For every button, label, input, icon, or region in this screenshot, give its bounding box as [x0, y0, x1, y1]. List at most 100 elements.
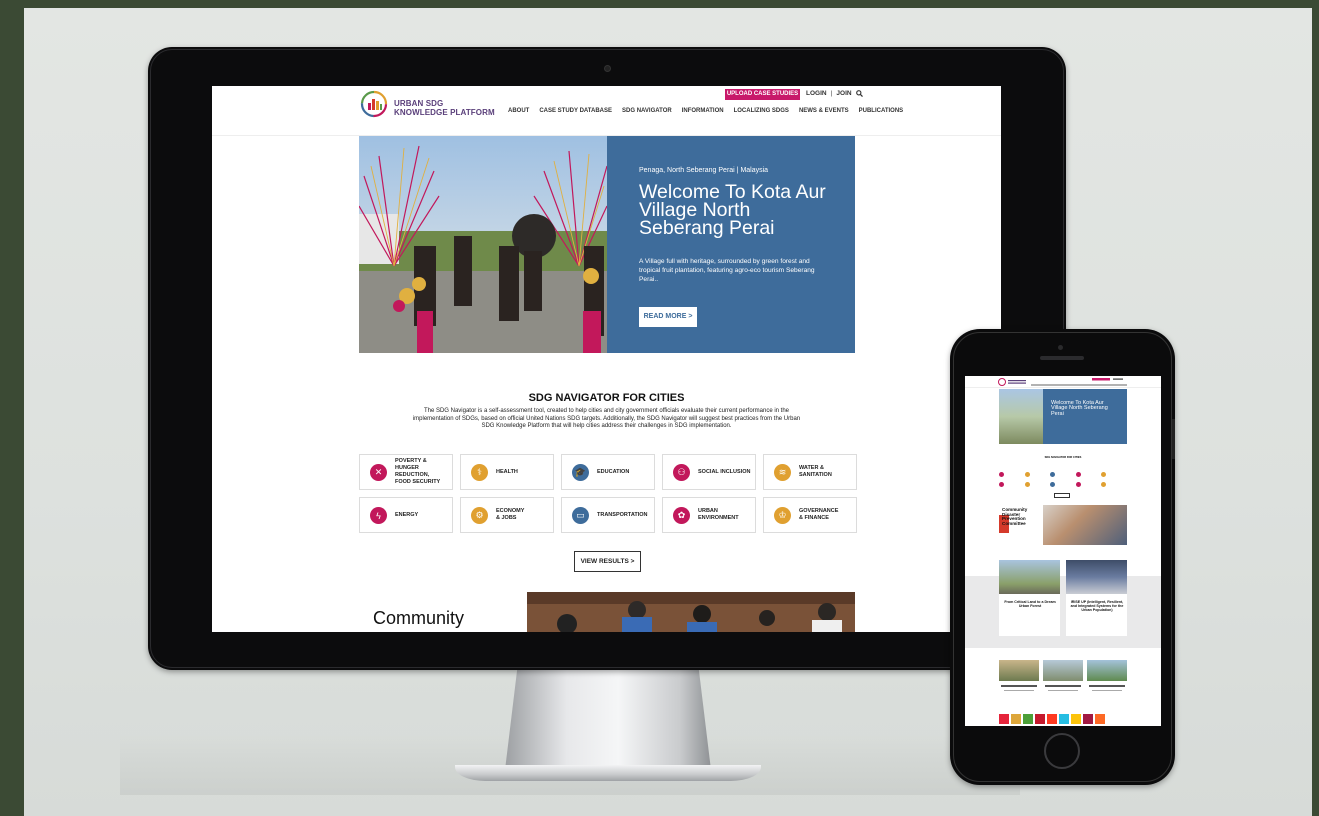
sdg-category-card[interactable]: ♔ GOVERNANCE & FINANCE	[763, 497, 857, 533]
mobile-featured-image	[1066, 560, 1127, 594]
hero-title: Welcome To Kota Aur Village North Sebera…	[639, 181, 826, 239]
governance-icon: ♔	[774, 507, 791, 524]
mobile-sdg-dot[interactable]	[1050, 482, 1056, 487]
mobile-sdg-tile	[1059, 714, 1069, 724]
mobile-sdg-tile	[1071, 714, 1081, 724]
mobile-sdg-tile	[999, 714, 1009, 724]
nav-case-study-database[interactable]: CASE STUDY DATABASE	[539, 108, 612, 114]
read-more-button[interactable]: READ MORE >	[639, 307, 697, 327]
sdg-category-label: TRANSPORTATION	[597, 511, 648, 518]
search-icon[interactable]	[855, 90, 863, 97]
sdg-category-label: SOCIAL INCLUSION	[698, 468, 751, 475]
mobile-community-section: Community Disaster Prevention Committee	[999, 505, 1127, 545]
sdg-category-card[interactable]: 🎓 EDUCATION	[561, 454, 655, 490]
monitor-stand	[505, 668, 711, 770]
sdg-category-card[interactable]: ▭ TRANSPORTATION	[561, 497, 655, 533]
mobile-sdg-dot[interactable]	[999, 472, 1004, 477]
mobile-new-image	[1087, 660, 1127, 681]
sdg-category-grid: ✕ POVERTY & HUNGER REDUCTION, FOOD SECURI…	[359, 454, 857, 533]
sdg-category-card[interactable]: ≋ WATER & SANITATION	[763, 454, 857, 490]
logo-icon[interactable]	[360, 90, 388, 118]
phone-speaker	[1040, 356, 1084, 360]
mobile-sdg-dot[interactable]	[1075, 472, 1081, 477]
mobile-screen: Welcome To Kota Aur Village North Sebera…	[965, 376, 1161, 726]
mobile-view-results-button[interactable]	[1054, 493, 1070, 498]
mobile-featured-card[interactable]: From Critical Land to a Dream Urban Fore…	[999, 560, 1060, 636]
login-link[interactable]: LOGIN	[806, 90, 827, 97]
logo-text[interactable]: URBAN SDG KNOWLEDGE PLATFORM	[394, 99, 495, 117]
sdg-category-label: ECONOMY & JOBS	[496, 508, 525, 521]
logo-line-2: KNOWLEDGE PLATFORM	[394, 108, 495, 117]
mobile-featured-card-title: From Critical Land to a Dream Urban Fore…	[1004, 600, 1056, 608]
sdg-category-card[interactable]: ✿ URBAN ENVIRONMENT	[662, 497, 756, 533]
mobile-new-image	[1043, 660, 1083, 681]
mobile-hero-panel: Welcome To Kota Aur Village North Sebera…	[1043, 389, 1127, 444]
mobile-phone: Welcome To Kota Aur Village North Sebera…	[950, 329, 1175, 785]
economy-icon: ⚙	[471, 507, 488, 524]
nav-information[interactable]: INFORMATION	[682, 108, 724, 114]
mobile-hero-image	[999, 389, 1043, 444]
nav-localizing-sdgs[interactable]: LOCALIZING SDGS	[734, 108, 789, 114]
sdg-category-card[interactable]: ✕ POVERTY & HUNGER REDUCTION, FOOD SECURI…	[359, 454, 453, 490]
upload-case-studies-button[interactable]: UPLOAD CASE STUDIES	[725, 89, 800, 100]
mobile-sdg-dot[interactable]	[1101, 482, 1107, 487]
mobile-sdg-dot[interactable]	[1024, 482, 1030, 487]
mobile-featured-card[interactable]: IRISE UP (Intelligent, Resilient, and In…	[1066, 560, 1127, 636]
nav-publications[interactable]: PUBLICATIONS	[859, 108, 904, 114]
environment-icon: ✿	[673, 507, 690, 524]
mobile-sdg-dot[interactable]	[1050, 472, 1056, 477]
sdg-category-card[interactable]: ⚙ ECONOMY & JOBS	[460, 497, 554, 533]
camera-icon	[604, 65, 611, 72]
monitor-stand-base	[455, 765, 761, 781]
desktop-monitor: URBAN SDG KNOWLEDGE PLATFORM UPLOAD CASE…	[148, 47, 1066, 670]
mobile-site-header	[965, 376, 1161, 388]
phone-side-button	[1172, 419, 1175, 459]
sdg-category-card[interactable]: ⚕ HEALTH	[460, 454, 554, 490]
desktop-screen: URBAN SDG KNOWLEDGE PLATFORM UPLOAD CASE…	[212, 86, 1001, 632]
mobile-sdg-dot[interactable]	[999, 482, 1004, 487]
mobile-sdg-tile	[1095, 714, 1105, 724]
mobile-sdg-tiles	[999, 714, 1105, 724]
mobile-new-card[interactable]	[1043, 660, 1083, 700]
mobile-sdg-tile	[1083, 714, 1093, 724]
sdg-category-label: EDUCATION	[597, 468, 630, 475]
mobile-sdg-grid	[999, 472, 1127, 487]
energy-icon: ϟ	[370, 507, 387, 524]
nav-about[interactable]: ABOUT	[508, 108, 529, 114]
mobile-community-title: Community Disaster Prevention Committee	[1002, 507, 1028, 526]
hero-location: Penaga, North Seberang Perai | Malaysia	[639, 167, 769, 174]
fork-knife-icon: ✕	[370, 464, 387, 481]
mobile-sdg-tile	[1035, 714, 1045, 724]
sdg-category-card[interactable]: ϟ ENERGY	[359, 497, 453, 533]
navigator-title: SDG NAVIGATOR FOR CITIES	[528, 392, 685, 404]
nav-sdg-navigator[interactable]: SDG NAVIGATOR	[622, 108, 672, 114]
hero-panel: Penaga, North Seberang Perai | Malaysia …	[607, 136, 855, 353]
auth-separator: |	[830, 90, 833, 97]
site-header: URBAN SDG KNOWLEDGE PLATFORM UPLOAD CASE…	[212, 86, 1001, 136]
mobile-sdg-tile	[1023, 714, 1033, 724]
mobile-featured-card-title: IRISE UP (Intelligent, Resilient, and In…	[1070, 600, 1124, 612]
sdg-category-label: WATER & SANITATION	[799, 465, 832, 478]
phone-camera-icon	[1058, 345, 1063, 350]
nav-news-events[interactable]: NEWS & EVENTS	[799, 108, 849, 114]
sdg-category-card[interactable]: ⚇ SOCIAL INCLUSION	[662, 454, 756, 490]
mobile-sdg-dot[interactable]	[1024, 472, 1030, 477]
home-button-icon[interactable]	[1044, 733, 1080, 769]
mobile-sdg-dot[interactable]	[1075, 482, 1081, 487]
join-link[interactable]: JOIN	[836, 90, 851, 97]
mobile-navigator-title: SDG NAVIGATOR FOR CITIES	[1044, 456, 1082, 459]
main-nav: ABOUT CASE STUDY DATABASE SDG NAVIGATOR …	[508, 108, 903, 114]
hero-description: A Village full with heritage, surrounded…	[639, 258, 815, 283]
mobile-new-card[interactable]	[1087, 660, 1127, 700]
sdg-category-label: ENERGY	[395, 511, 419, 518]
people-icon: ⚇	[673, 464, 690, 481]
mobile-new-card[interactable]	[999, 660, 1039, 700]
logo-line-1: URBAN SDG	[394, 99, 444, 108]
mobile-sdg-dot[interactable]	[1101, 472, 1107, 477]
graduation-cap-icon: 🎓	[572, 464, 589, 481]
navigator-description: The SDG Navigator is a self-assessment t…	[412, 408, 801, 429]
community-title: Community	[373, 608, 465, 628]
view-results-button[interactable]: VIEW RESULTS >	[574, 551, 641, 572]
mobile-sdg-tile	[1011, 714, 1021, 724]
hero-image	[359, 136, 607, 353]
